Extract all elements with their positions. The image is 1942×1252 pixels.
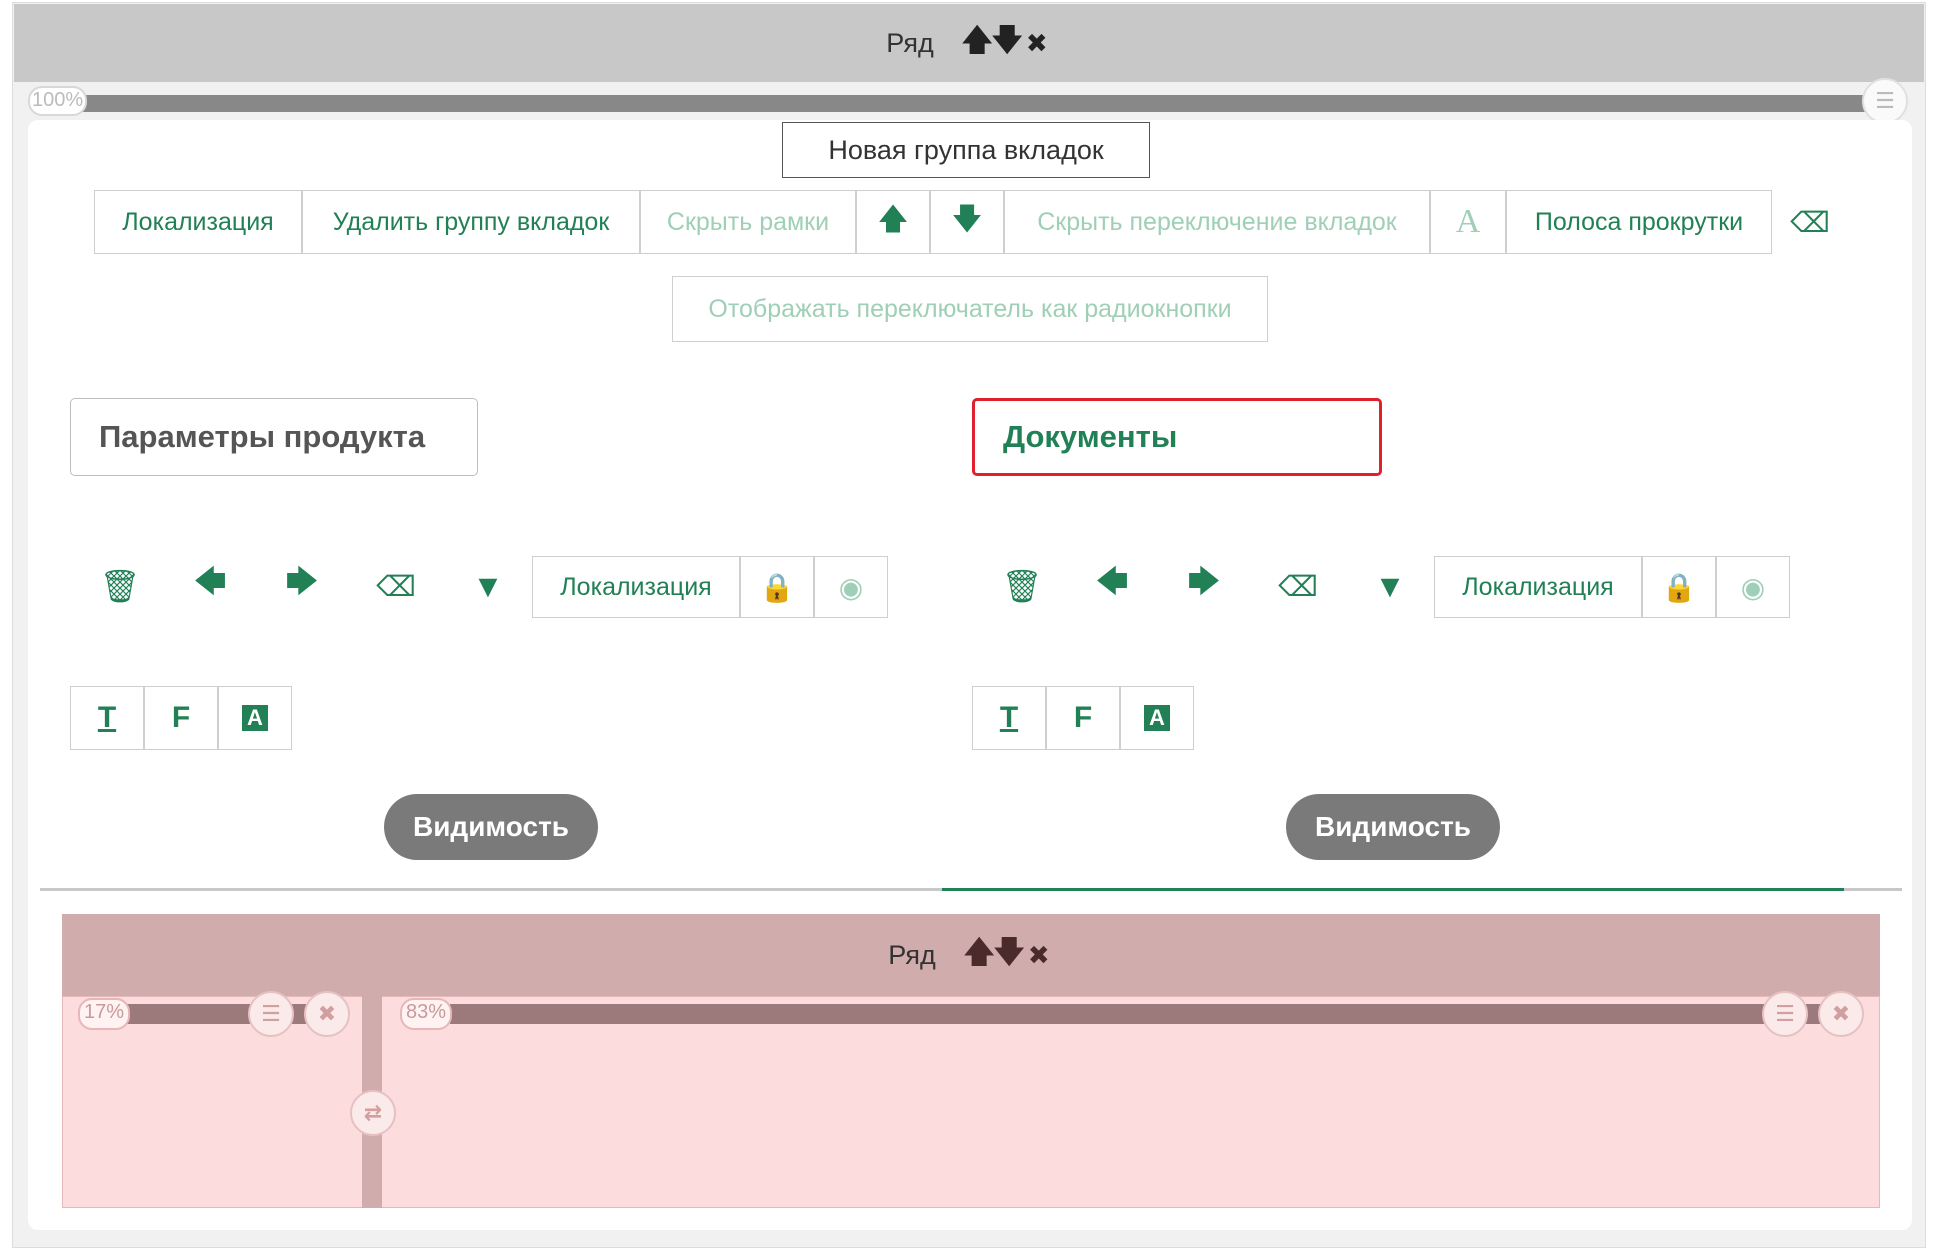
font-format-button[interactable]: F <box>1046 686 1120 750</box>
column-width-percent: 100% <box>28 86 88 116</box>
arrow-up-icon: 🡅 <box>877 202 909 236</box>
hide-tab-switch-button[interactable]: Скрыть переключение вкладок <box>1004 190 1430 254</box>
lock-button[interactable]: 🔒 <box>740 556 814 618</box>
color-format-button[interactable]: A <box>1120 686 1194 750</box>
move-up-icon[interactable]: 🡅 <box>962 18 993 69</box>
arrow-up-button[interactable]: 🡅 <box>856 190 930 254</box>
close-icon[interactable]: ✖ <box>1022 28 1052 59</box>
row-header: Ряд 🡅 🡇 ✖ <box>14 4 1924 82</box>
active-tab-indicator <box>942 888 1844 891</box>
eye-slash-icon: ◉ <box>838 571 864 603</box>
move-up-icon[interactable]: 🡅 <box>964 930 995 981</box>
column-close-icon[interactable]: ✖ <box>304 991 350 1037</box>
arrow-right-icon[interactable]: 🡆 <box>1174 558 1234 614</box>
move-down-icon[interactable]: 🡇 <box>994 930 1025 981</box>
column-settings-icon[interactable]: ☰ <box>1862 78 1908 124</box>
tab-title-field[interactable]: Параметры продукта <box>70 398 478 476</box>
tab-localization-button[interactable]: Локализация <box>532 556 740 618</box>
lock-icon: 🔒 <box>759 571 795 603</box>
column-settings-icon[interactable]: ☰ <box>248 991 294 1037</box>
eraser-icon[interactable]: ⌫ <box>1268 558 1328 614</box>
eye-slash-icon: ◉ <box>1740 571 1766 603</box>
column-width-percent: 83% <box>400 998 453 1030</box>
move-down-icon[interactable]: 🡇 <box>992 18 1023 69</box>
tab-title-field-active[interactable]: Документы <box>972 398 1382 476</box>
eraser-icon[interactable]: ⌫ <box>1780 194 1840 250</box>
lock-button[interactable]: 🔒 <box>1642 556 1716 618</box>
arrow-right-icon[interactable]: 🡆 <box>272 558 332 614</box>
color-a-icon: A <box>1144 705 1170 731</box>
column-settings-icon[interactable]: ☰ <box>1762 991 1808 1037</box>
tab-localization-button[interactable]: Локализация <box>1434 556 1642 618</box>
visibility-button[interactable]: Видимость <box>1286 794 1500 860</box>
swap-columns-icon[interactable]: ⇄ <box>350 1090 396 1136</box>
text-format-button[interactable]: T <box>972 686 1046 750</box>
visibility-button[interactable]: Видимость <box>384 794 598 860</box>
eraser-icon[interactable]: ⌫ <box>366 558 426 614</box>
column-close-icon[interactable]: ✖ <box>1818 991 1864 1037</box>
radio-switch-button[interactable]: Отображать переключатель как радиокнопки <box>672 276 1268 342</box>
hide-button[interactable]: ◉ <box>1716 556 1790 618</box>
delete-icon[interactable]: 🗑 <box>992 558 1052 614</box>
column-width-bar[interactable] <box>450 1004 1830 1024</box>
hide-frames-button[interactable]: Скрыть рамки <box>640 190 856 254</box>
text-format-button[interactable]: T <box>70 686 144 750</box>
column-width-percent: 17% <box>78 998 131 1030</box>
delete-tab-group-button[interactable]: Удалить группу вкладок <box>302 190 640 254</box>
close-icon[interactable]: ✖ <box>1024 940 1054 971</box>
font-button[interactable]: A <box>1430 190 1506 254</box>
arrow-left-icon[interactable]: 🡄 <box>180 558 240 614</box>
row-label: Ряд <box>888 939 936 970</box>
filter-icon[interactable]: ▼ <box>1360 558 1420 614</box>
localization-button[interactable]: Локализация <box>94 190 302 254</box>
arrow-down-button[interactable]: 🡇 <box>930 190 1004 254</box>
color-format-button[interactable]: A <box>218 686 292 750</box>
color-a-icon: A <box>242 705 268 731</box>
column-width-bar[interactable] <box>80 95 1870 112</box>
filter-icon[interactable]: ▼ <box>458 558 518 614</box>
new-tab-group-button[interactable]: Новая группа вкладок <box>782 122 1150 178</box>
hide-button[interactable]: ◉ <box>814 556 888 618</box>
row-label: Ряд <box>886 27 934 58</box>
arrow-left-icon[interactable]: 🡄 <box>1082 558 1142 614</box>
lock-icon: 🔒 <box>1661 571 1697 603</box>
scrollbar-button[interactable]: Полоса прокрутки <box>1506 190 1772 254</box>
font-format-button[interactable]: F <box>144 686 218 750</box>
inner-row-header: Ряд 🡅 🡇 ✖ <box>62 914 1880 996</box>
delete-icon[interactable]: 🗑 <box>90 558 150 614</box>
arrow-down-icon: 🡇 <box>951 202 983 236</box>
